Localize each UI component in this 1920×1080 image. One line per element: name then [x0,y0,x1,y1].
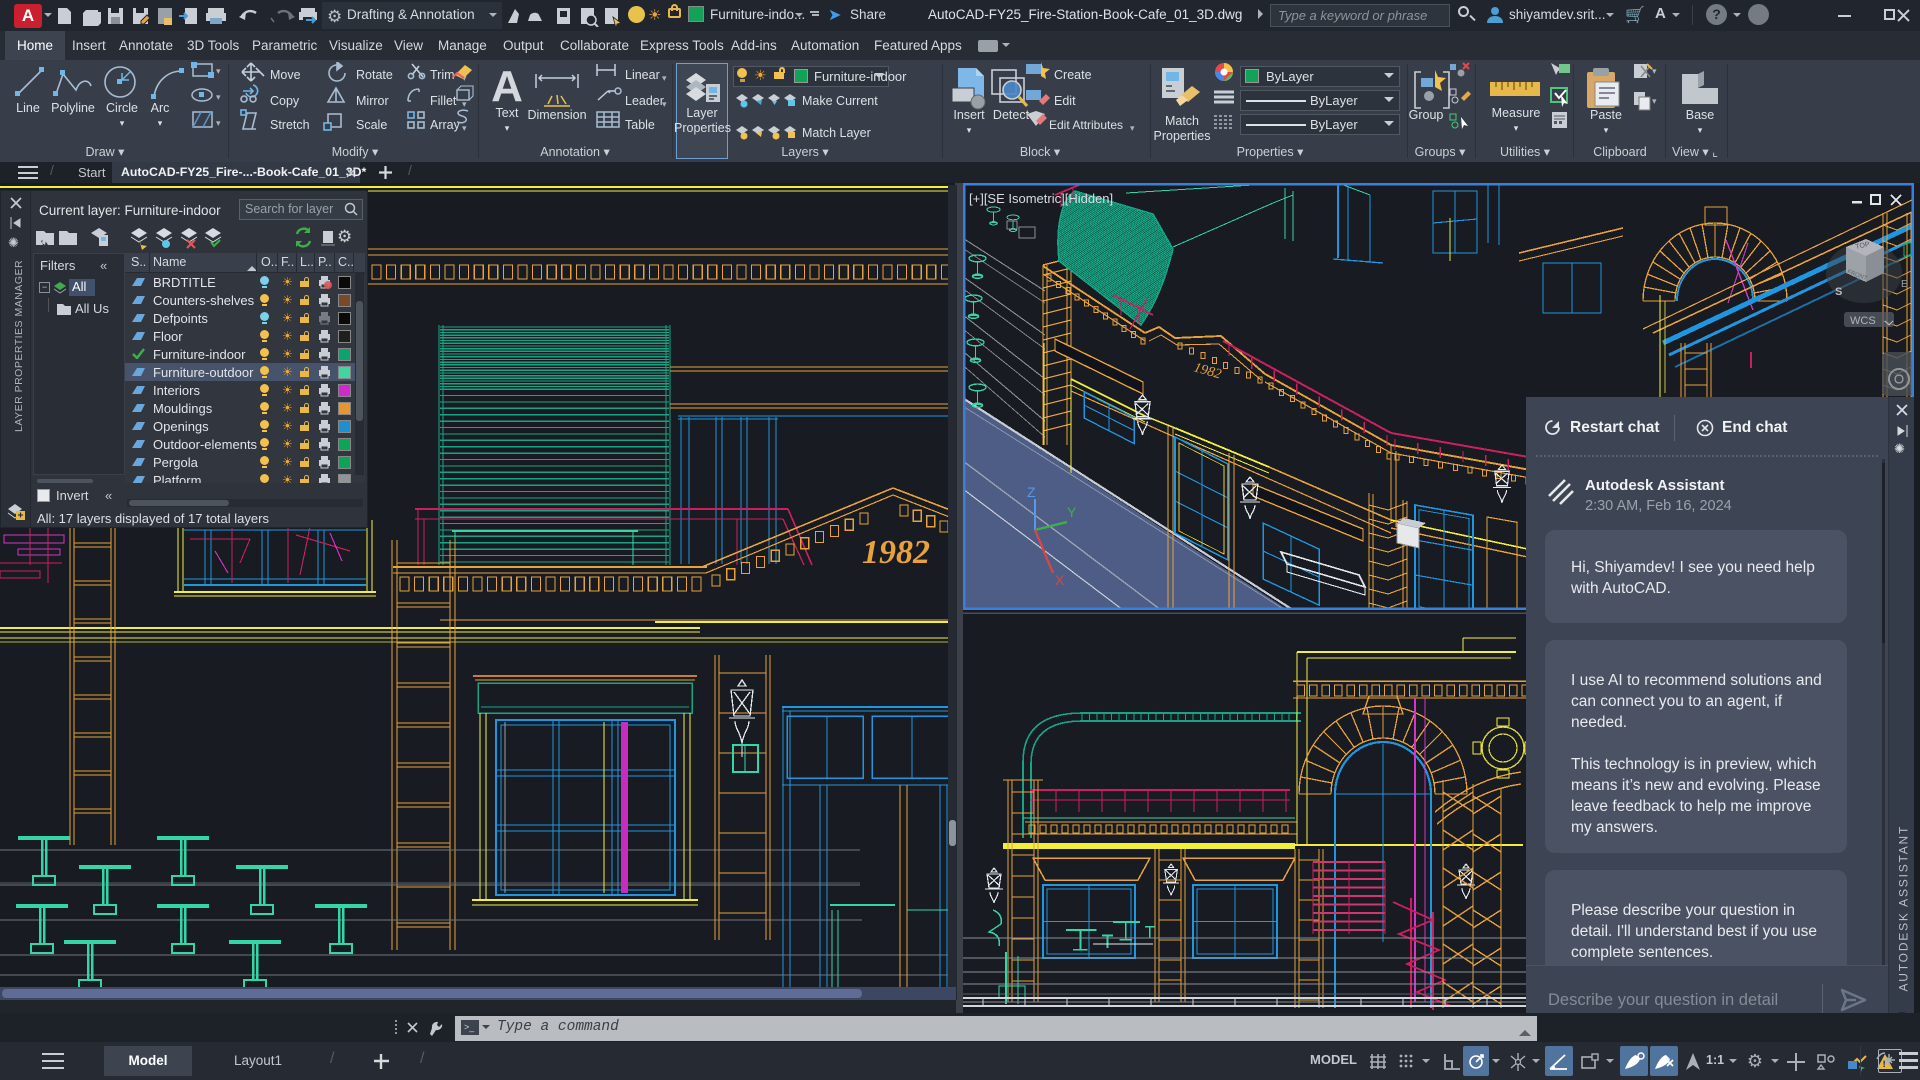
svg-text:Y: Y [1067,504,1077,520]
svg-text:X: X [1055,572,1065,588]
svg-text:1982: 1982 [862,534,930,571]
svg-text:WCS: WCS [1850,315,1876,327]
svg-text:[+][SE Isometric][Hidden]: [+][SE Isometric][Hidden] [969,191,1113,206]
svg-text:E: E [1901,279,1908,290]
svg-text:S: S [1835,286,1842,298]
svg-text:Z: Z [1027,484,1036,500]
